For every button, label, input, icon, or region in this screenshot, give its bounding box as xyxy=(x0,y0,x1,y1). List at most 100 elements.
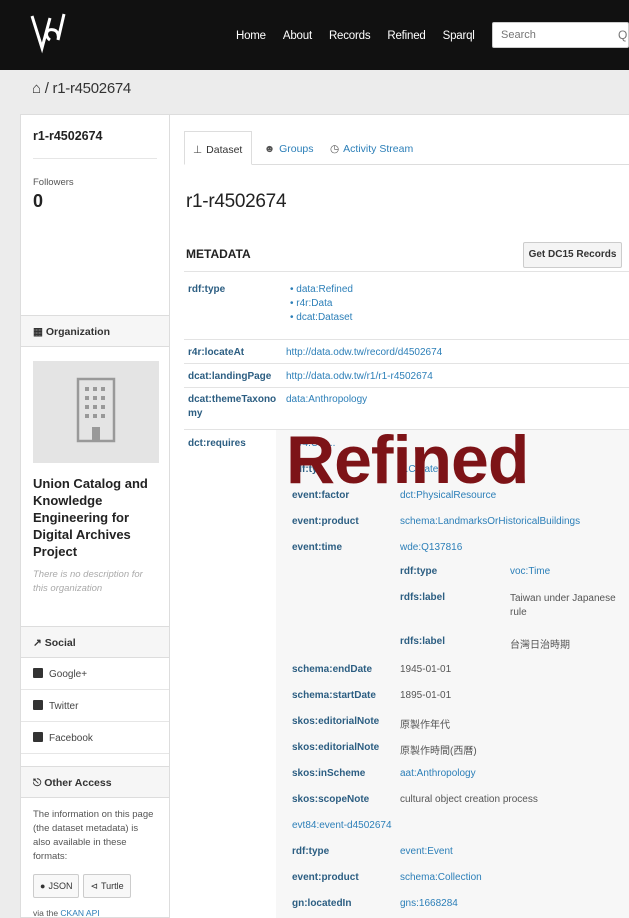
row-key: r4r:locateAt xyxy=(188,347,245,358)
organization-name[interactable]: Union Catalog and Knowledge Engineering … xyxy=(21,463,169,560)
nested-value: 原製作時間(西曆) xyxy=(400,746,477,757)
search-box: Q xyxy=(492,22,629,48)
nav-about[interactable]: About xyxy=(283,30,312,42)
row-key: dcat:landingPage xyxy=(188,371,272,382)
nested-key: skos:scopeNote xyxy=(292,794,370,805)
row-key: my xyxy=(188,408,203,419)
site-logo[interactable] xyxy=(28,10,72,54)
row-key: dcat:themeTaxono xyxy=(188,394,277,405)
json-icon: ● xyxy=(40,881,46,891)
nested-value[interactable]: voc:Time xyxy=(510,566,550,577)
nested-value[interactable]: aat:Anthropology xyxy=(400,768,476,779)
row-value-link[interactable]: data:Anthropology xyxy=(286,394,367,405)
followers-block: Followers 0 xyxy=(21,159,169,315)
nav-refined[interactable]: Refined xyxy=(387,30,425,42)
nested-key: schema:startDate xyxy=(292,690,376,701)
social-twitter[interactable]: Twitter xyxy=(21,690,169,722)
nested-key: rdf:type xyxy=(400,566,438,577)
metadata-heading: METADATA xyxy=(186,247,251,261)
clock-icon: ◷ xyxy=(330,143,340,155)
nested-key: skos:editorialNote xyxy=(292,742,380,753)
nested-key: rdfs:label xyxy=(400,636,446,647)
users-icon: ☻ xyxy=(264,143,276,155)
other-access-heading: ⎋ Other Access xyxy=(21,766,169,798)
row-key: rdf:type xyxy=(188,284,226,295)
nested-value[interactable]: event:Event xyxy=(400,846,453,857)
nested-key: event:product xyxy=(292,872,359,883)
nested-value[interactable]: schema:LandmarksOrHistoricalBuildings xyxy=(400,516,580,527)
page-title: r1-r4502674 xyxy=(186,191,287,212)
nested-value: Taiwan under Japanese rule xyxy=(510,593,616,618)
facebook-icon xyxy=(33,732,43,742)
nested-value: cultural object creation process xyxy=(400,794,538,805)
format-buttons: ● JSON ⊲ Turtle xyxy=(21,864,169,898)
sidebar-title: r1-r4502674 xyxy=(33,115,157,159)
main-panel: ⊥ Dataset ☻ Groups ◷ Activity Stream r1-r45… xyxy=(170,114,629,918)
tab-bar: ⊥ Dataset ☻ Groups ◷ Activity Stream xyxy=(184,131,629,165)
google-plus-icon xyxy=(33,668,43,678)
ckan-api-link[interactable]: CKAN API xyxy=(60,908,99,918)
table-row: r4r:locateAt http://data.odw.tw/record/d… xyxy=(184,339,629,363)
tab-dataset[interactable]: ⊥ Dataset xyxy=(184,131,252,165)
organization-description: There is no description for this organiz… xyxy=(33,569,143,594)
list-item[interactable]: • r4r:Data xyxy=(290,298,332,309)
list-item[interactable]: • data:Refined xyxy=(290,284,353,295)
table-row: rdf:type • data:Refined • r4r:Data • dca… xyxy=(184,271,629,339)
sidebar: r1-r4502674 Followers 0 ▦ Organization U… xyxy=(20,114,170,918)
row-key: dct:requires xyxy=(188,438,246,449)
row-value-link[interactable]: http://data.odw.tw/record/d4502674 xyxy=(286,347,442,358)
social-facebook[interactable]: Facebook xyxy=(21,722,169,754)
list-item[interactable]: • dcat:Dataset xyxy=(290,312,352,323)
organization-heading: ▦ Organization xyxy=(21,315,169,347)
sitemap-icon: ⊥ xyxy=(193,144,203,156)
tab-activity-stream[interactable]: ◷ Activity Stream xyxy=(322,131,421,165)
nested-key: schema:endDate xyxy=(292,664,373,675)
row-value-link[interactable]: http://data.odw.tw/r1/r1-r4502674 xyxy=(286,371,433,382)
nested-value: 原製作年代 xyxy=(400,720,450,731)
nested-key: skos:inScheme xyxy=(292,768,366,779)
organization-image[interactable] xyxy=(33,361,159,463)
social-google-plus[interactable]: Google+ xyxy=(21,658,169,690)
nav-sparql[interactable]: Sparql xyxy=(443,30,475,42)
breadcrumb-current[interactable]: r1-r4502674 xyxy=(53,80,132,97)
json-button[interactable]: ● JSON xyxy=(33,874,80,898)
nested-value[interactable]: schema:Collection xyxy=(400,872,482,883)
home-icon[interactable]: ⌂ xyxy=(32,80,41,97)
nested-value: 1945-01-01 xyxy=(400,664,452,675)
nested-value: 1895-01-01 xyxy=(400,690,452,701)
nested-key: gn:locatedIn xyxy=(292,898,352,909)
share-icon: ↗ xyxy=(33,637,45,649)
nav-records[interactable]: Records xyxy=(329,30,371,42)
search-input[interactable] xyxy=(493,23,603,47)
organization-placeholder-icon xyxy=(76,377,116,443)
turtle-button[interactable]: ⊲ Turtle xyxy=(83,874,131,898)
nested-key: rdf:type xyxy=(292,846,330,857)
breadcrumb-separator: / xyxy=(44,80,49,97)
nested-value: 台灣日治時期 xyxy=(510,640,570,651)
table-row: dct:requires ev4:Cre... rdf:ty... ...Cre… xyxy=(184,429,629,918)
nested-value[interactable]: wde:Q137816 xyxy=(400,542,462,553)
refined-watermark: Refined xyxy=(286,422,529,498)
nested-value[interactable]: gns:1668284 xyxy=(400,898,458,909)
followers-label: Followers xyxy=(33,177,74,188)
table-row: dcat:landingPage http://data.odw.tw/r1/r… xyxy=(184,363,629,387)
get-dc15-records-button[interactable]: Get DC15 Records xyxy=(523,242,622,268)
nav-home[interactable]: Home xyxy=(236,30,266,42)
other-access-icon: ⎋ xyxy=(33,777,45,789)
nested-key: rdfs:label xyxy=(400,592,446,603)
breadcrumb: ⌂ / r1-r4502674 xyxy=(32,80,131,97)
nested-key: event:time xyxy=(292,542,343,553)
search-icon[interactable]: Q xyxy=(618,28,628,42)
followers-count: 0 xyxy=(33,191,44,211)
twitter-icon xyxy=(33,700,43,710)
nested-key: skos:editorialNote xyxy=(292,716,380,727)
other-access-text: The information on this page (the datase… xyxy=(33,809,154,862)
main-nav: Home About Records Refined Sparql xyxy=(236,30,492,42)
social-heading: ↗ Social xyxy=(21,626,169,658)
turtle-icon: ⊲ xyxy=(90,880,98,891)
via-ckan-text: via the CKAN API xyxy=(33,908,100,918)
building-icon: ▦ xyxy=(33,326,46,338)
nested-value[interactable]: evt84:event-d4502674 xyxy=(292,820,392,831)
tab-groups[interactable]: ☻ Groups xyxy=(256,131,322,165)
top-navbar: Home About Records Refined Sparql Q xyxy=(0,0,629,70)
